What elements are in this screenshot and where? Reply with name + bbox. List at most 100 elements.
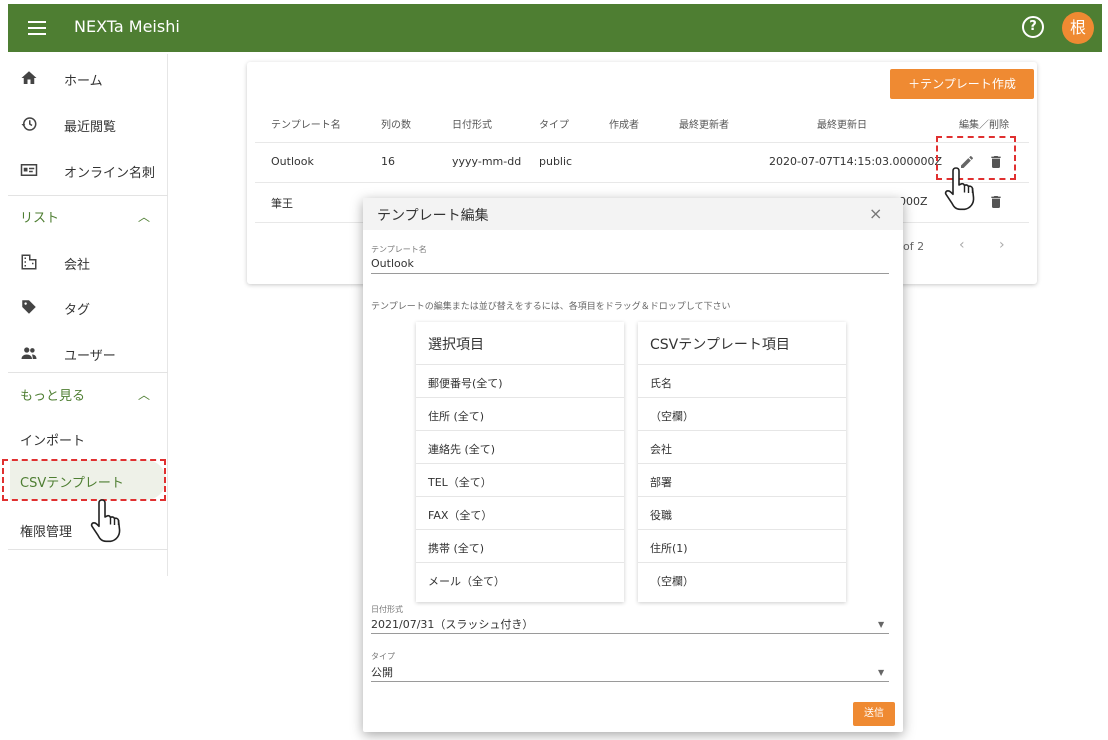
item-label: 会社 — [650, 443, 672, 456]
list-header: 選択項目 — [428, 337, 484, 353]
next-page-button[interactable]: › — [999, 237, 1005, 253]
sidebar-item-import[interactable]: インポート — [8, 418, 168, 458]
draggable-item[interactable]: 住所 (全て) — [416, 397, 624, 430]
dialog-title: テンプレート編集 — [377, 208, 489, 224]
item-label: 役職 — [650, 509, 672, 522]
item-label: （空欄） — [650, 575, 694, 588]
list-header: CSVテンプレート項目 — [650, 337, 790, 353]
divider — [8, 549, 168, 550]
highlight-box — [2, 459, 166, 501]
draggable-item[interactable]: TEL（全て） — [416, 463, 624, 496]
draggable-item[interactable]: 役職 — [638, 496, 846, 529]
tag-icon — [22, 300, 36, 314]
sidebar-item-recent[interactable]: 最近閲覧 — [8, 104, 168, 144]
item-label: TEL（全て） — [428, 476, 492, 489]
sidebar-item-label: ホーム — [64, 74, 103, 89]
draggable-item[interactable]: 住所(1) — [638, 529, 846, 562]
help-icon[interactable]: ? — [1022, 16, 1044, 38]
cell-updated: 2020-07-07T14:15:03.000000Z — [769, 155, 943, 168]
draggable-item[interactable]: 郵便番号(全て) — [416, 364, 624, 397]
submit-button[interactable]: 送信 — [853, 702, 895, 726]
sidebar-item-label: 最近閲覧 — [64, 120, 117, 135]
dropdown-arrow-icon: ▼ — [878, 668, 885, 677]
column-header: 編集／削除 — [959, 120, 1009, 131]
field-label: 日付形式 — [371, 605, 403, 614]
sidebar-item-label: ユーザー — [64, 349, 116, 364]
dropdown-arrow-icon: ▼ — [878, 620, 885, 629]
column-header: テンプレート名 — [271, 120, 341, 131]
create-template-button[interactable]: ＋テンプレート作成 — [890, 69, 1034, 99]
draggable-item[interactable]: 携帯 (全て) — [416, 529, 624, 562]
sidebar-item-label: インポート — [20, 434, 86, 449]
field-label: テンプレート名 — [371, 245, 427, 254]
draggable-item[interactable]: 部署 — [638, 463, 846, 496]
cell-updated: 000Z — [899, 195, 928, 208]
column-header: 列の数 — [381, 120, 411, 131]
pointer-hand-icon — [90, 499, 121, 543]
drag-hint-text: テンプレートの編集または並び替えをするには、各項目をドラッグ＆ドロップして下さい — [371, 302, 731, 312]
section-label: リスト — [20, 211, 60, 226]
column-header: 作成者 — [609, 120, 639, 131]
history-icon — [21, 117, 37, 131]
column-header: 日付形式 — [452, 120, 492, 131]
chevron-up-icon: ︿ — [138, 210, 151, 224]
prev-page-button[interactable]: ‹ — [959, 237, 965, 253]
draggable-item[interactable]: FAX（全て） — [416, 496, 624, 529]
pointer-hand-icon — [944, 167, 975, 211]
item-label: 郵便番号(全て) — [428, 377, 503, 390]
field-label: タイプ — [371, 652, 395, 661]
item-label: 住所 (全て) — [428, 410, 485, 423]
sidebar-item-label: 会社 — [64, 258, 91, 273]
cell-type: public — [539, 155, 573, 168]
people-icon — [21, 347, 37, 359]
draggable-item[interactable]: 連絡先 (全て) — [416, 430, 624, 463]
column-header: 最終更新者 — [679, 120, 729, 131]
available-items-list: 選択項目 郵便番号(全て) 住所 (全て) 連絡先 (全て) TEL（全て） F… — [416, 322, 624, 602]
app-bar: NEXTa Meishi ? 根 — [8, 4, 1102, 52]
draggable-item[interactable]: 会社 — [638, 430, 846, 463]
sidebar-item-label: オンライン名刺 — [64, 166, 156, 181]
date-format-value: 2021/07/31（スラッシュ付き） — [371, 618, 534, 631]
cell-date-format: yyyy-mm-dd — [452, 155, 522, 168]
field-underline — [371, 681, 889, 682]
item-label: 連絡先 (全て) — [428, 443, 496, 456]
item-label: 住所(1) — [650, 542, 688, 555]
cell-name: Outlook — [271, 155, 314, 168]
section-label: もっと見る — [20, 389, 86, 404]
avatar[interactable]: 根 — [1062, 12, 1094, 44]
sidebar-item-tag[interactable]: タグ — [8, 287, 168, 327]
sidebar-item-online-card[interactable]: オンライン名刺 — [8, 150, 168, 190]
card-icon — [20, 164, 38, 176]
draggable-item[interactable]: 氏名 — [638, 364, 846, 397]
template-name-input[interactable]: Outlook — [371, 257, 414, 270]
column-header: タイプ — [539, 120, 569, 131]
pagination-text: of 2 — [903, 240, 925, 253]
delete-icon[interactable] — [988, 194, 1004, 210]
type-value: 公開 — [371, 666, 393, 679]
menu-icon[interactable] — [26, 17, 48, 39]
item-label: 氏名 — [650, 377, 672, 390]
sidebar-section-more[interactable]: もっと見る ︿ — [8, 373, 168, 413]
sidebar-item-company[interactable]: 会社 — [8, 242, 168, 282]
building-icon — [21, 254, 37, 270]
draggable-item[interactable]: メール（全て） — [416, 562, 624, 595]
home-icon — [21, 71, 37, 84]
csv-template-items-list: CSVテンプレート項目 氏名 （空欄） 会社 部署 役職 住所(1) （空欄） — [638, 322, 846, 602]
cell-count: 16 — [381, 155, 395, 168]
template-edit-dialog: テンプレート編集 × テンプレート名 Outlook テンプレートの編集または並… — [363, 198, 903, 732]
row-divider — [255, 182, 1029, 183]
item-label: 部署 — [650, 476, 672, 489]
field-underline — [371, 633, 889, 634]
draggable-item[interactable]: （空欄） — [638, 397, 846, 430]
app-title: NEXTa Meishi — [74, 17, 180, 36]
row-divider — [255, 142, 1029, 143]
item-label: 携帯 (全て) — [428, 542, 485, 555]
draggable-item[interactable]: （空欄） — [638, 562, 846, 595]
chevron-up-icon: ︿ — [138, 388, 151, 402]
close-icon[interactable]: × — [869, 204, 882, 223]
sidebar-section-list[interactable]: リスト ︿ — [8, 195, 168, 235]
sidebar-item-home[interactable]: ホーム — [8, 58, 168, 98]
sidebar-item-users[interactable]: ユーザー — [8, 333, 168, 373]
column-header: 最終更新日 — [817, 120, 867, 131]
dialog-header: テンプレート編集 × — [363, 198, 903, 230]
